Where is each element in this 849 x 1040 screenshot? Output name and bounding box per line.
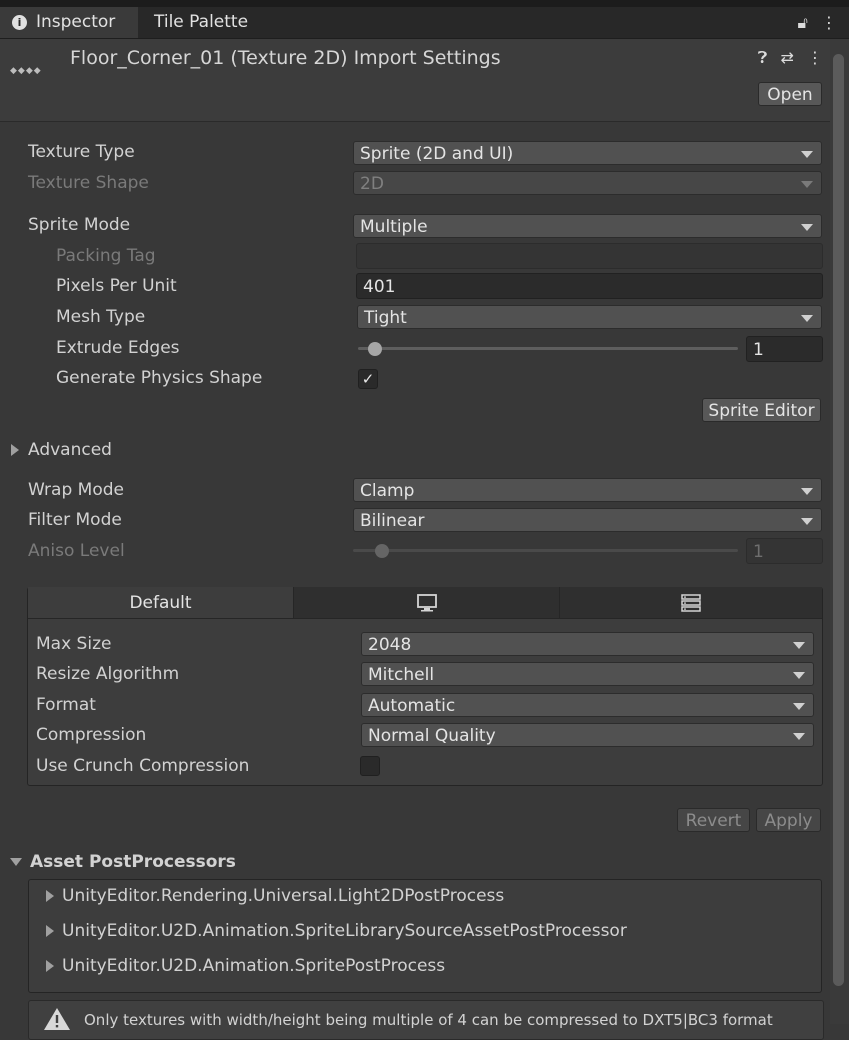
filter-mode-dropdown[interactable]: Bilinear bbox=[353, 508, 822, 532]
platform-tab-standalone[interactable] bbox=[293, 587, 559, 619]
warning-text: Only textures with width/height being mu… bbox=[84, 1011, 773, 1029]
extrude-edges-slider-handle[interactable] bbox=[368, 342, 382, 356]
chevron-down-icon bbox=[801, 315, 813, 322]
window-top-strip bbox=[0, 0, 849, 7]
wrap-mode-label: Wrap Mode bbox=[28, 480, 124, 500]
packing-tag-field bbox=[356, 243, 823, 269]
extrude-edges-slider-track[interactable] bbox=[358, 347, 738, 350]
sprite-mode-value: Multiple bbox=[360, 217, 428, 237]
tab-inspector[interactable]: i Inspector bbox=[0, 7, 138, 38]
open-button[interactable]: Open bbox=[758, 82, 822, 106]
foldout-expanded-icon[interactable] bbox=[10, 858, 22, 866]
tab-bar: i Inspector Tile Palette 🔓︎ ⋮ bbox=[0, 7, 849, 39]
chevron-down-icon bbox=[793, 672, 805, 679]
more-icon[interactable]: ⋮ bbox=[807, 48, 823, 67]
max-size-label: Max Size bbox=[36, 634, 112, 654]
filter-mode-label: Filter Mode bbox=[28, 510, 122, 530]
extrude-edges-label: Extrude Edges bbox=[56, 338, 180, 358]
foldout-collapsed-icon[interactable] bbox=[11, 444, 19, 456]
use-crunch-compression-label: Use Crunch Compression bbox=[36, 756, 250, 776]
scrollbar-thumb[interactable] bbox=[833, 54, 844, 986]
pixels-per-unit-label: Pixels Per Unit bbox=[56, 276, 177, 296]
warning-icon bbox=[44, 1008, 70, 1030]
advanced-foldout[interactable]: Advanced bbox=[28, 440, 112, 460]
resize-algorithm-value: Mitchell bbox=[368, 665, 435, 685]
chevron-down-icon bbox=[801, 518, 813, 525]
mesh-type-label: Mesh Type bbox=[56, 307, 146, 327]
sprite-editor-button[interactable]: Sprite Editor bbox=[702, 398, 821, 422]
mesh-type-value: Tight bbox=[364, 308, 407, 328]
aniso-level-field: 1 bbox=[746, 538, 823, 564]
packing-tag-label: Packing Tag bbox=[56, 246, 156, 266]
max-size-value: 2048 bbox=[368, 635, 412, 655]
compression-value: Normal Quality bbox=[368, 726, 496, 746]
postprocessor-item[interactable]: UnityEditor.Rendering.Universal.Light2DP… bbox=[62, 886, 504, 906]
texture-shape-dropdown: 2D bbox=[353, 171, 822, 195]
sprite-mode-dropdown[interactable]: Multiple bbox=[353, 214, 822, 238]
postprocessor-item[interactable]: UnityEditor.U2D.Animation.SpritePostProc… bbox=[62, 956, 445, 976]
wrap-mode-value: Clamp bbox=[360, 481, 415, 501]
format-label: Format bbox=[36, 695, 96, 715]
texture-type-label: Texture Type bbox=[28, 142, 135, 162]
texture-asset-icon: ◆◆◆◆ bbox=[10, 66, 42, 76]
format-value: Automatic bbox=[368, 696, 456, 716]
max-size-dropdown[interactable]: 2048 bbox=[361, 632, 814, 656]
compression-label: Compression bbox=[36, 725, 147, 745]
chevron-down-icon bbox=[801, 151, 813, 158]
resize-algorithm-dropdown[interactable]: Mitchell bbox=[361, 662, 814, 686]
more-icon[interactable]: ⋮ bbox=[821, 13, 837, 32]
apply-button[interactable]: Apply bbox=[756, 808, 821, 832]
postprocessor-item[interactable]: UnityEditor.U2D.Animation.SpriteLibraryS… bbox=[62, 921, 627, 941]
foldout-collapsed-icon[interactable] bbox=[46, 925, 54, 937]
generate-physics-shape-checkbox[interactable]: ✓ bbox=[358, 369, 378, 389]
preset-icon[interactable]: ⇄ bbox=[781, 48, 794, 67]
header-tools: ❓︎ ⇄ ⋮ bbox=[750, 48, 823, 68]
generate-physics-shape-label: Generate Physics Shape bbox=[56, 368, 263, 388]
format-dropdown[interactable]: Automatic bbox=[361, 693, 814, 717]
foldout-collapsed-icon[interactable] bbox=[46, 890, 54, 902]
platform-tab-default[interactable]: Default bbox=[28, 587, 293, 619]
sprite-mode-label: Sprite Mode bbox=[28, 215, 131, 235]
platform-tab-default-label: Default bbox=[129, 593, 192, 613]
texture-type-dropdown[interactable]: Sprite (2D and UI) bbox=[353, 141, 822, 165]
pixels-per-unit-field[interactable]: 401 bbox=[356, 273, 823, 299]
foldout-collapsed-icon[interactable] bbox=[46, 960, 54, 972]
texture-type-value: Sprite (2D and UI) bbox=[360, 144, 514, 164]
server-icon bbox=[681, 594, 701, 612]
mesh-type-dropdown[interactable]: Tight bbox=[357, 305, 822, 329]
chevron-down-icon bbox=[793, 642, 805, 649]
tab-tile-palette-label: Tile Palette bbox=[154, 12, 249, 32]
tab-tile-palette[interactable]: Tile Palette bbox=[154, 7, 248, 38]
tab-inspector-label: Inspector bbox=[36, 12, 116, 32]
header-title: Floor_Corner_01 (Texture 2D) Import Sett… bbox=[70, 47, 501, 69]
aniso-level-slider-track bbox=[353, 549, 738, 552]
warning-help-box: Only textures with width/height being mu… bbox=[28, 1000, 824, 1040]
texture-shape-label: Texture Shape bbox=[28, 173, 149, 193]
platform-tab-server[interactable] bbox=[559, 587, 822, 619]
use-crunch-compression-checkbox[interactable] bbox=[360, 756, 380, 776]
chevron-down-icon bbox=[793, 733, 805, 740]
checkmark-icon: ✓ bbox=[361, 370, 375, 388]
chevron-down-icon bbox=[801, 224, 813, 231]
chevron-down-icon bbox=[793, 703, 805, 710]
extrude-edges-field[interactable]: 1 bbox=[746, 336, 823, 362]
aniso-level-label: Aniso Level bbox=[28, 541, 125, 561]
chevron-down-icon bbox=[801, 488, 813, 495]
info-icon: i bbox=[12, 15, 27, 30]
tab-bar-tools: 🔓︎ ⋮ bbox=[798, 7, 837, 38]
chevron-down-icon bbox=[801, 181, 813, 188]
inspector-header: ◆◆◆◆ Floor_Corner_01 (Texture 2D) Import… bbox=[0, 39, 849, 122]
wrap-mode-dropdown[interactable]: Clamp bbox=[353, 478, 822, 502]
aniso-level-slider-handle bbox=[375, 544, 389, 558]
revert-button[interactable]: Revert bbox=[677, 808, 750, 832]
compression-dropdown[interactable]: Normal Quality bbox=[361, 723, 814, 747]
texture-shape-value: 2D bbox=[360, 174, 384, 194]
lock-icon[interactable]: 🔓︎ bbox=[798, 13, 808, 32]
help-icon[interactable]: ❓︎ bbox=[758, 48, 768, 67]
resize-algorithm-label: Resize Algorithm bbox=[36, 664, 180, 684]
asset-postprocessors-header[interactable]: Asset PostProcessors bbox=[30, 852, 236, 872]
monitor-icon bbox=[416, 594, 437, 612]
filter-mode-value: Bilinear bbox=[360, 511, 425, 531]
